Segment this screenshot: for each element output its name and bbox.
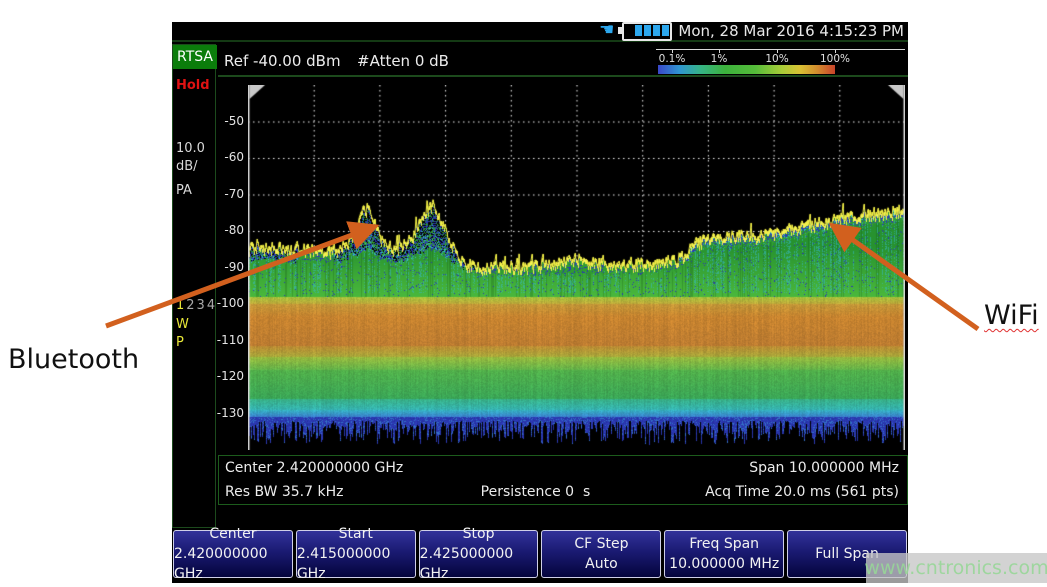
watermark: www.cntronics.com xyxy=(866,553,1047,583)
y-tick-label: -60 xyxy=(214,150,244,164)
softkey-label: Start xyxy=(339,524,373,544)
resbw-readout: Res BW 35.7 kHz xyxy=(225,484,343,500)
settings-readout: Center 2.420000000 GHz Span 10.000000 MH… xyxy=(218,455,908,505)
y-tick-label: -130 xyxy=(214,406,244,420)
y-tick-label: -110 xyxy=(214,333,244,347)
center-freq-readout: Center 2.420000000 GHz xyxy=(225,460,403,476)
softkey-center[interactable]: Center2.420000000 GHz xyxy=(173,530,293,578)
colorbar-tick xyxy=(835,49,836,53)
softkey-value: 2.425000000 GHz xyxy=(420,544,538,585)
scale-unit: dB/ xyxy=(176,159,198,174)
softkey-value: 2.420000000 GHz xyxy=(174,544,292,585)
y-tick-label: -80 xyxy=(214,223,244,237)
colorbar-tick xyxy=(672,49,673,53)
ref-level-label: Ref -40.00 dBm xyxy=(224,52,341,70)
title-bar: ☚ Mon, 28 Mar 2016 4:15:23 PM xyxy=(172,22,908,42)
mode-sidebar: RTSA Hold 10.0 dB/ PA 1234 W P xyxy=(172,44,216,528)
datetime-text: Mon, 28 Mar 2016 4:15:23 PM xyxy=(678,22,904,40)
measurement-header: Ref -40.00 dBm #Atten 0 dB 0.1% 1% 10% 100% xyxy=(218,44,908,77)
softkey-row: Center2.420000000 GHzStart2.415000000 GH… xyxy=(172,528,908,580)
trace-p-label: P xyxy=(176,335,184,350)
y-tick-label: -50 xyxy=(214,114,244,128)
softkey-value: 10.000000 MHz xyxy=(669,554,779,574)
y-tick-label: -120 xyxy=(214,369,244,383)
softkey-value: Auto xyxy=(585,554,618,574)
y-tick-label: -70 xyxy=(214,187,244,201)
softkey-label: Freq Span xyxy=(689,534,759,554)
wifi-callout-label: WiFi xyxy=(984,300,1039,331)
span-readout: Span 10.000000 MHz xyxy=(749,460,899,476)
softkey-label: Stop xyxy=(463,524,495,544)
watermark-text: www.cntronics.com xyxy=(864,557,1047,579)
trace-inactive: 234 xyxy=(186,298,217,313)
colorbar-baseline xyxy=(656,49,905,50)
scale-value: 10.0 xyxy=(176,141,205,156)
mode-badge: RTSA xyxy=(173,45,217,69)
battery-icon xyxy=(622,22,672,41)
bluetooth-callout-label: Bluetooth xyxy=(8,344,139,375)
trace-numbers: 1234 xyxy=(176,298,217,313)
acq-time-readout: Acq Time 20.0 ms (561 pts) xyxy=(705,484,899,500)
preamp-label: PA xyxy=(176,183,192,198)
trace-active: 1 xyxy=(176,298,186,313)
colorbar-tick xyxy=(777,49,778,53)
softkey-stop[interactable]: Stop2.425000000 GHz xyxy=(419,530,539,578)
atten-label: #Atten 0 dB xyxy=(357,52,449,70)
page: ☚ Mon, 28 Mar 2016 4:15:23 PM RTSA Hold … xyxy=(0,0,1047,587)
density-colorbar: 0.1% 1% 10% 100% xyxy=(656,49,906,75)
persistence-canvas xyxy=(248,85,905,450)
touch-pointer-icon: ☚ xyxy=(599,22,614,39)
softkey-label: CF Step xyxy=(574,534,628,554)
softkey-cf-step[interactable]: CF StepAuto xyxy=(541,530,661,578)
softkey-start[interactable]: Start2.415000000 GHz xyxy=(296,530,416,578)
y-tick-label: -100 xyxy=(214,296,244,310)
analyzer-screen: ☚ Mon, 28 Mar 2016 4:15:23 PM RTSA Hold … xyxy=(172,22,908,583)
y-tick-label: -90 xyxy=(214,260,244,274)
colorbar-tick-label: 100% xyxy=(820,53,850,65)
persistence-readout: Persistence 0 s xyxy=(481,484,591,500)
colorbar-tick-label: 1% xyxy=(711,53,728,65)
colorbar-tick-label: 10% xyxy=(765,53,788,65)
spectrum-plot xyxy=(248,85,905,450)
colorbar-tick xyxy=(719,49,720,53)
sweep-state-label: Hold xyxy=(176,78,210,93)
colorbar-tick-label: 0.1% xyxy=(659,53,686,65)
colorbar-gradient xyxy=(658,65,835,74)
softkey-freq-span[interactable]: Freq Span10.000000 MHz xyxy=(664,530,784,578)
softkey-value: 2.415000000 GHz xyxy=(297,544,415,585)
softkey-label: Center xyxy=(209,524,256,544)
trace-w-label: W xyxy=(176,317,189,332)
